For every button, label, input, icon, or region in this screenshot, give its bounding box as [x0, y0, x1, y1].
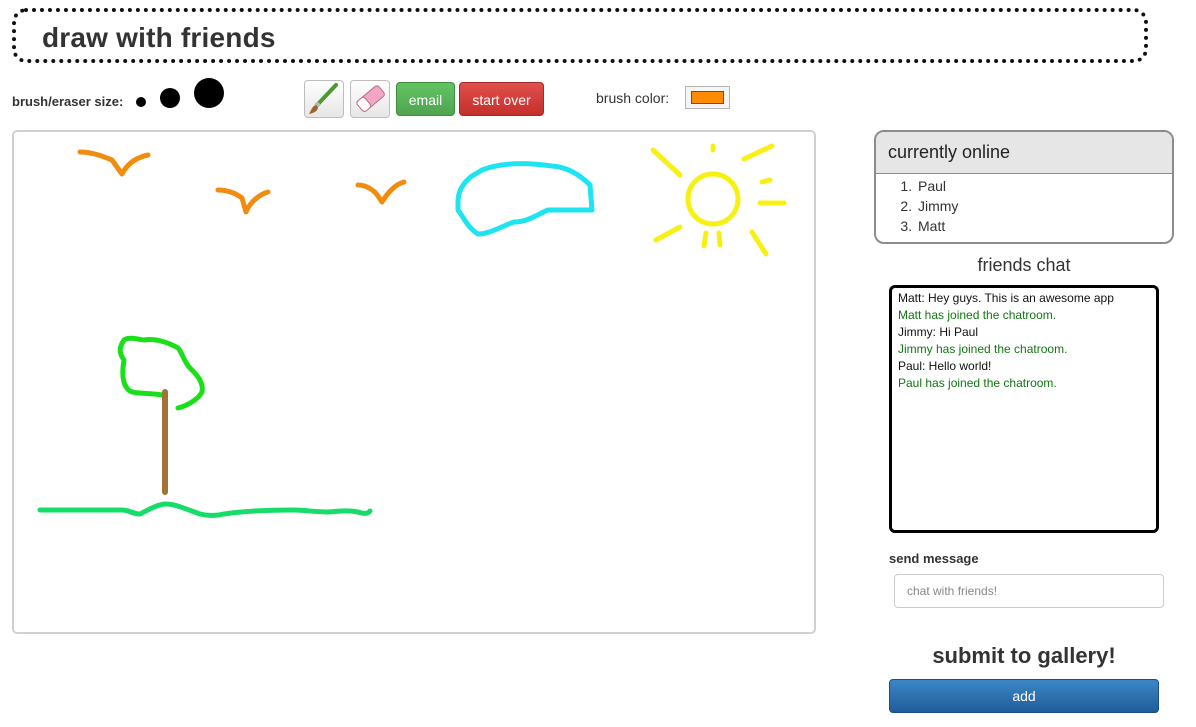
drawing-layer	[37, 143, 787, 518]
sun-ray	[741, 143, 775, 162]
online-panel-header: currently online	[876, 132, 1172, 174]
title-banner: draw with friends	[12, 8, 1148, 63]
chat-message: Matt: Hey guys. This is an awesome app	[898, 291, 1114, 305]
gallery-title: submit to gallery!	[932, 643, 1116, 668]
grass	[37, 501, 373, 518]
bird-2	[215, 187, 271, 215]
chat-message: Paul: Hello world!	[898, 359, 992, 373]
sun-ray	[716, 230, 723, 248]
chat-system-message: Matt has joined the chatroom.	[898, 308, 1057, 322]
bird-3	[355, 179, 407, 205]
eraser-tool-button[interactable]	[350, 80, 390, 118]
cloud	[455, 161, 595, 237]
chat-title: friends chat	[977, 255, 1071, 275]
sun-ray	[759, 177, 773, 185]
brush-color-picker[interactable]	[685, 86, 730, 109]
start-over-button[interactable]: start over	[459, 82, 544, 116]
app-page: draw with friends brush/eraser size: ema…	[0, 0, 1196, 727]
brush-size-large[interactable]	[194, 78, 224, 108]
online-user: Matt	[916, 216, 958, 236]
brush-size-small[interactable]	[136, 97, 146, 107]
brush-size-medium[interactable]	[160, 88, 180, 108]
eraser-icon	[356, 85, 385, 112]
sun-ray	[701, 230, 709, 249]
sun-ray	[653, 224, 683, 243]
chat-log[interactable]: Matt: Hey guys. This is an awesome app M…	[889, 285, 1159, 533]
brush-color-label: brush color:	[596, 90, 670, 106]
online-users-list: Paul Jimmy Matt	[876, 176, 958, 236]
brush-color-swatch	[691, 91, 724, 104]
send-message-label: send message	[889, 551, 979, 566]
online-user: Paul	[916, 176, 958, 196]
app-title: draw with friends	[42, 22, 276, 53]
paintbrush-icon	[309, 83, 338, 114]
add-to-gallery-button[interactable]: add	[889, 679, 1159, 713]
brush-size-label: brush/eraser size:	[12, 94, 124, 109]
sun-disc	[685, 171, 741, 227]
brush-tool-button[interactable]	[304, 80, 344, 118]
chat-input[interactable]	[894, 574, 1164, 608]
chat-message: Jimmy: Hi Paul	[898, 325, 979, 339]
online-user: Jimmy	[916, 196, 958, 216]
sun-ray	[749, 229, 769, 257]
email-button[interactable]: email	[396, 82, 455, 116]
bird-1	[77, 149, 151, 177]
sun-ray	[650, 147, 683, 178]
tree-top	[117, 335, 205, 411]
chat-system-message: Paul has joined the chatroom.	[898, 376, 1057, 390]
drawing-canvas[interactable]	[12, 130, 816, 634]
chat-system-message: Jimmy has joined the chatroom.	[898, 342, 1068, 356]
online-users-panel: currently online Paul Jimmy Matt	[874, 130, 1174, 244]
